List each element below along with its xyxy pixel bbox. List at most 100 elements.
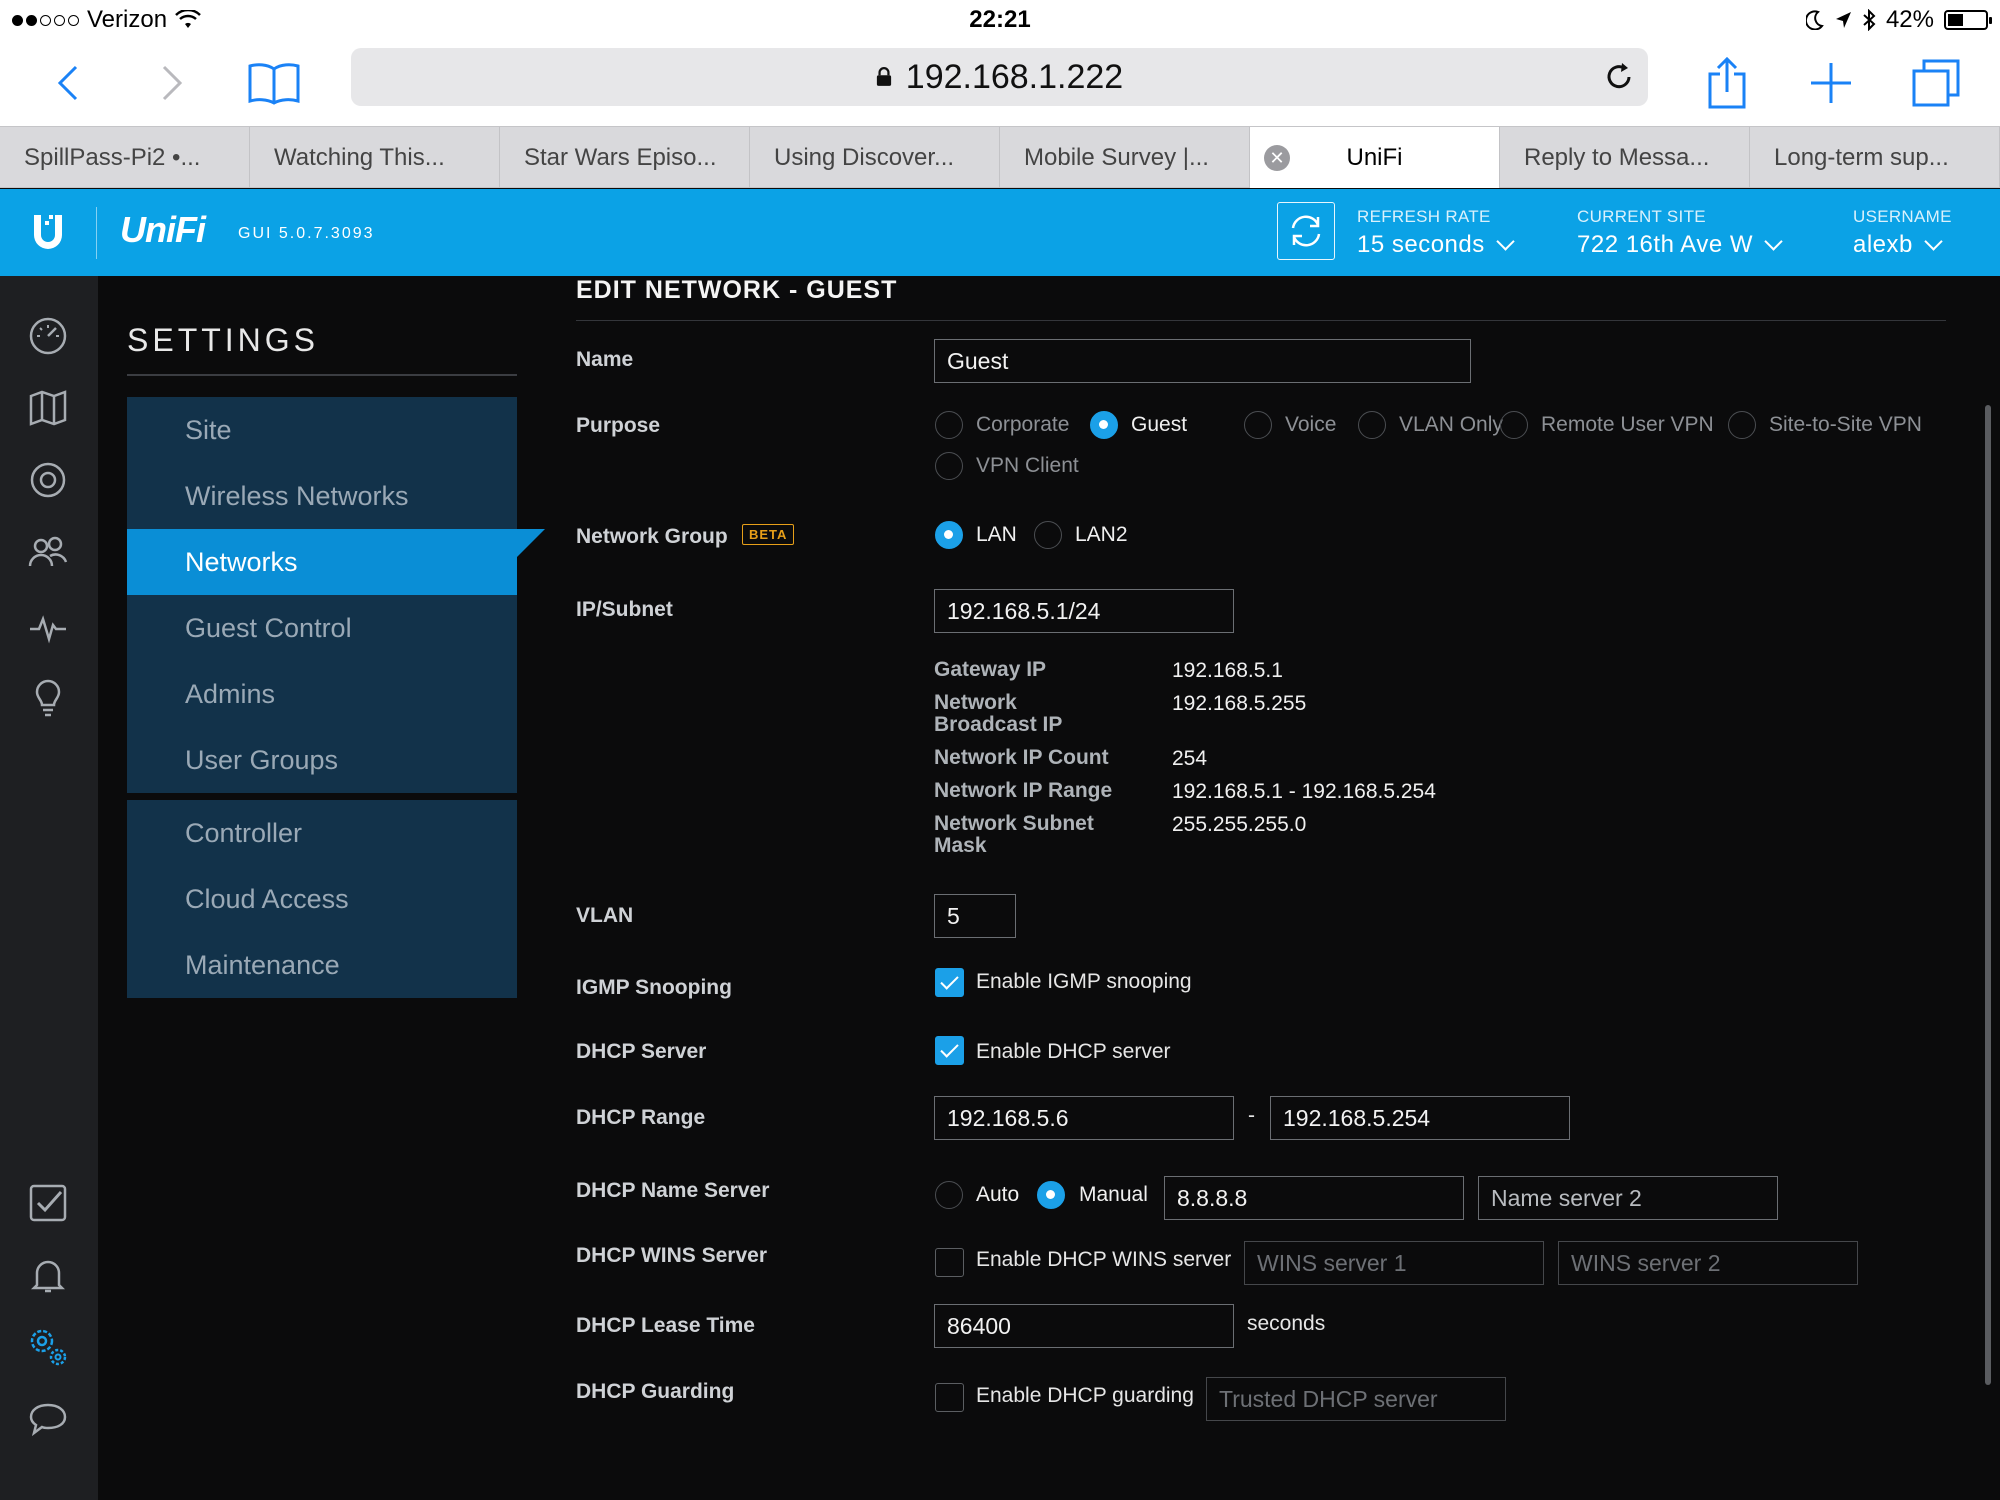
wins-server-2-input[interactable]: WINS server 2: [1558, 1241, 1858, 1285]
username-dropdown[interactable]: USERNAME alexb: [1853, 207, 1952, 259]
back-button[interactable]: [44, 40, 92, 126]
reload-icon[interactable]: [1604, 62, 1634, 92]
forward-button[interactable]: [148, 40, 196, 126]
network-group-option-label: LAN: [976, 523, 1017, 546]
wins-checkbox[interactable]: [935, 1248, 964, 1277]
ns-manual-radio[interactable]: [1037, 1181, 1065, 1209]
trusted-dhcp-server-input[interactable]: Trusted DHCP server: [1206, 1377, 1506, 1421]
purpose-radio[interactable]: [1244, 411, 1272, 439]
ip-subnet-input[interactable]: 192.168.5.1/24: [934, 589, 1234, 633]
broadcast-ip-key: Network Broadcast IP: [934, 691, 1063, 736]
dhcp-range-end-input[interactable]: 192.168.5.254: [1270, 1096, 1570, 1140]
browser-tab[interactable]: Star Wars Episo...: [500, 127, 750, 188]
settings-icon[interactable]: [27, 1326, 69, 1368]
settings-menu-item-maintenance[interactable]: Maintenance: [127, 932, 517, 998]
purpose-radio[interactable]: [935, 411, 963, 439]
map-icon[interactable]: [27, 387, 69, 429]
name-server-2-input[interactable]: Name server 2: [1478, 1176, 1778, 1220]
settings-menu-item-networks[interactable]: Networks: [127, 529, 545, 595]
share-button[interactable]: [1702, 40, 1752, 126]
settings-title: SETTINGS: [127, 322, 320, 358]
settings-menu-group-2: Controller Cloud Access Maintenance: [127, 800, 517, 998]
tasks-icon[interactable]: [27, 1182, 69, 1224]
clock: 22:21: [969, 6, 1031, 33]
purpose-radio[interactable]: [1090, 411, 1118, 439]
chevron-down-icon: [1496, 231, 1515, 251]
wins-server-1-input[interactable]: WINS server 1: [1244, 1241, 1544, 1285]
browser-tab[interactable]: ✕ UniFi: [1250, 127, 1500, 188]
tabs-button[interactable]: [1910, 40, 1962, 126]
insights-icon[interactable]: [27, 677, 69, 719]
current-site-dropdown[interactable]: CURRENT SITE 722 16th Ave W: [1577, 207, 1783, 259]
lease-time-unit: seconds: [1247, 1312, 1326, 1335]
browser-tab[interactable]: Long-term sup...: [1750, 127, 2000, 188]
purpose-radio[interactable]: [1728, 411, 1756, 439]
name-input[interactable]: Guest: [934, 339, 1471, 383]
igmp-checkbox[interactable]: [935, 968, 964, 997]
settings-menu-item-admins[interactable]: Admins: [127, 661, 517, 727]
settings-menu-item-cloud-access[interactable]: Cloud Access: [127, 866, 517, 932]
browser-tab[interactable]: Using Discover...: [750, 127, 1000, 188]
bookmarks-button[interactable]: [244, 40, 304, 126]
name-server-1-input[interactable]: 8.8.8.8: [1164, 1176, 1464, 1220]
clients-icon[interactable]: [27, 531, 69, 573]
igmp-checkbox-label: Enable IGMP snooping: [976, 970, 1192, 993]
browser-tab-label: Star Wars Episo...: [524, 143, 717, 171]
purpose-radio[interactable]: [1358, 411, 1386, 439]
network-group-radio[interactable]: [1034, 521, 1062, 549]
refresh-button[interactable]: [1277, 202, 1335, 260]
browser-tab-label: SpillPass-Pi2 •...: [24, 143, 201, 171]
purpose-option-label: Remote User VPN: [1541, 413, 1714, 436]
settings-menu-group-1: Site Wireless Networks Networks Guest Contr…: [127, 397, 545, 793]
dashboard-icon[interactable]: [27, 315, 69, 357]
settings-menu-item-site[interactable]: Site: [127, 397, 517, 463]
ns-auto-radio[interactable]: [935, 1181, 963, 1209]
header-divider: [96, 207, 97, 259]
settings-menu-item-user-groups[interactable]: User Groups: [127, 727, 517, 793]
purpose-option-label: Guest: [1131, 413, 1188, 436]
devices-icon[interactable]: [27, 459, 69, 501]
purpose-radio[interactable]: [1500, 411, 1528, 439]
browser-tab[interactable]: Watching This...: [250, 127, 500, 188]
dhcp-server-checkbox[interactable]: [935, 1036, 964, 1065]
chevron-down-icon: [1924, 231, 1943, 251]
name-label: Name: [576, 348, 634, 371]
chat-icon[interactable]: [27, 1398, 69, 1440]
nav-rail: [0, 276, 98, 1500]
browser-tab-label: Reply to Messa...: [1524, 143, 1710, 171]
browser-tab[interactable]: Reply to Messa...: [1500, 127, 1750, 188]
close-tab-icon[interactable]: ✕: [1264, 145, 1290, 171]
browser-tab-label: Watching This...: [274, 143, 445, 171]
alerts-icon[interactable]: [27, 1254, 69, 1296]
wins-checkbox-label: Enable DHCP WINS server: [976, 1248, 1232, 1271]
dhcp-guarding-checkbox[interactable]: [935, 1383, 964, 1412]
page-scrollbar[interactable]: [1985, 405, 1991, 1385]
ubiquiti-logo-icon: [34, 215, 62, 249]
purpose-radio[interactable]: [935, 452, 963, 480]
vlan-label: VLAN: [576, 904, 634, 927]
location-icon: [1835, 12, 1851, 28]
statistics-icon[interactable]: [27, 606, 69, 648]
chevron-down-icon: [1764, 231, 1783, 251]
ip-subnet-label: IP/Subnet: [576, 598, 673, 621]
vlan-input[interactable]: 5: [934, 894, 1016, 938]
network-group-radio[interactable]: [935, 521, 963, 549]
refresh-rate-label: REFRESH RATE: [1357, 207, 1491, 226]
edit-network-form: EDIT NETWORK - GUEST Name Guest Purpose …: [576, 276, 1946, 1500]
lease-time-input[interactable]: 86400: [934, 1304, 1234, 1348]
browser-tab[interactable]: Mobile Survey |...: [1000, 127, 1250, 188]
purpose-option-label: Corporate: [976, 413, 1070, 436]
book-icon: [248, 63, 300, 105]
refresh-rate-dropdown[interactable]: REFRESH RATE 15 seconds: [1357, 207, 1515, 259]
settings-menu-item-wireless-networks[interactable]: Wireless Networks: [127, 463, 517, 529]
new-tab-button[interactable]: [1808, 40, 1854, 126]
dhcp-range-separator: -: [1248, 1104, 1255, 1127]
browser-tab[interactable]: SpillPass-Pi2 •...: [0, 127, 250, 188]
browser-tab-strip: SpillPass-Pi2 •... Watching This... Star W…: [0, 126, 2000, 188]
settings-menu-item-guest-control[interactable]: Guest Control: [127, 595, 517, 661]
dhcp-range-start-input[interactable]: 192.168.5.6: [934, 1096, 1234, 1140]
settings-menu-item-controller[interactable]: Controller: [127, 800, 517, 866]
gui-version: GUI 5.0.7.3093: [238, 225, 375, 242]
app-header: UniFi GUI 5.0.7.3093 REFRESH RATE 15 sec…: [0, 189, 2000, 276]
address-bar[interactable]: 192.168.1.222: [351, 48, 1648, 106]
